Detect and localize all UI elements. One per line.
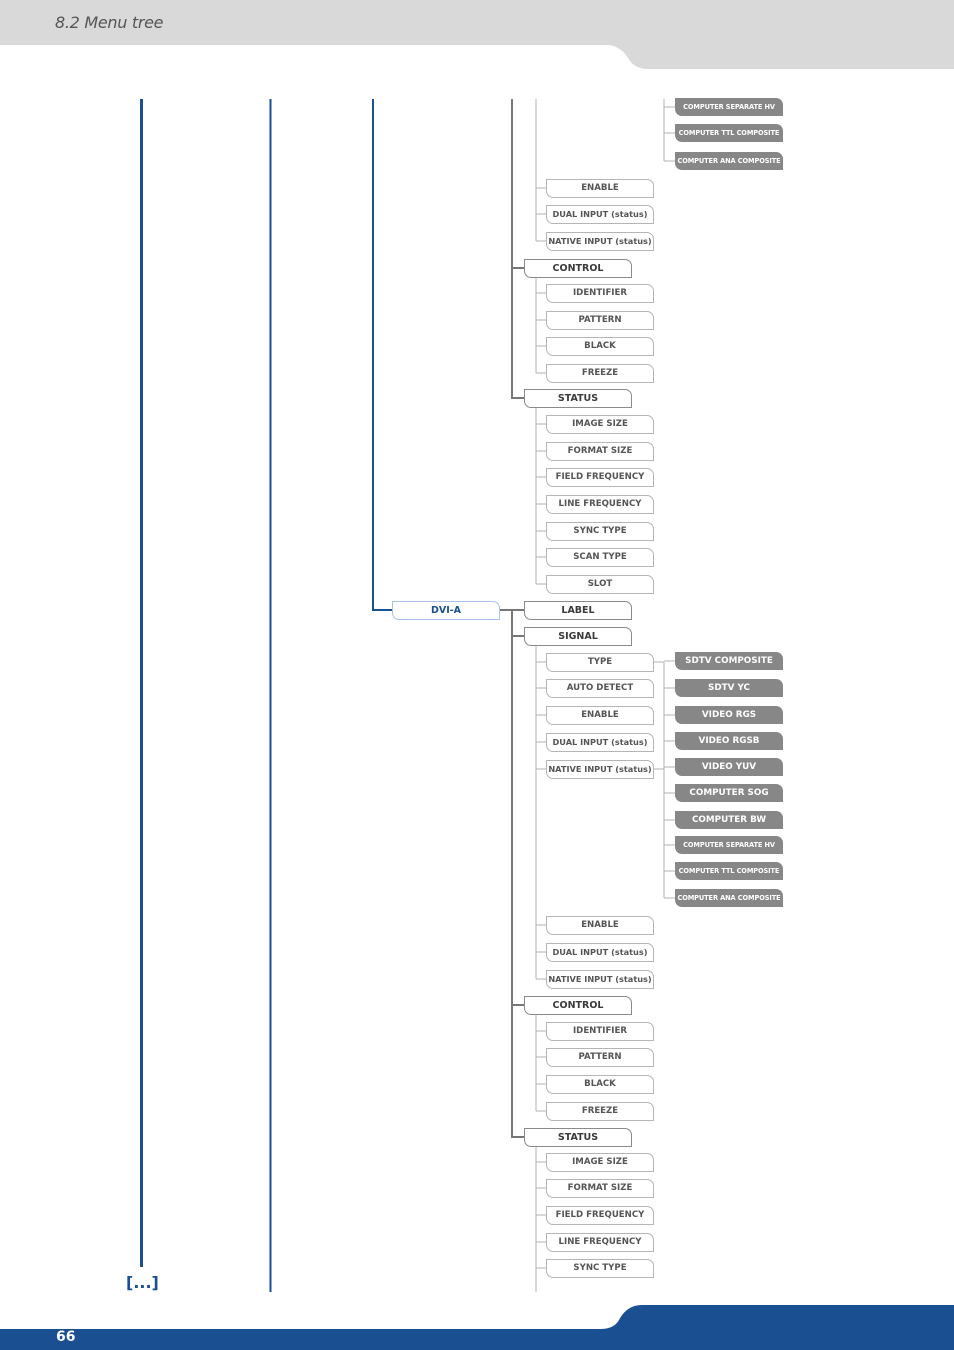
menu-node-computer-sog[interactable]: COMPUTER SOG (675, 784, 783, 802)
menu-node-control[interactable]: CONTROL (524, 258, 632, 278)
menu-node-sync-type[interactable]: SYNC TYPE (546, 521, 654, 541)
menu-node-black[interactable]: BLACK (546, 1074, 654, 1094)
menu-node-computer-separate-hv[interactable]: COMPUTER SEPARATE HV (675, 836, 783, 854)
menu-node-field-frequency[interactable]: FIELD FREQUENCY (546, 467, 654, 487)
menu-node-enable[interactable]: ENABLE (546, 705, 654, 725)
menu-node-signal[interactable]: SIGNAL (524, 626, 632, 646)
continuation-marker: [...] (126, 1273, 159, 1292)
menu-node-status[interactable]: STATUS (524, 388, 632, 408)
menu-node-enable[interactable]: ENABLE (546, 178, 654, 198)
menu-node-computer-ttl-composite[interactable]: COMPUTER TTL COMPOSITE (675, 862, 783, 880)
menu-node-dual-input-status[interactable]: DUAL INPUT (status) (546, 732, 654, 752)
menu-node-image-size[interactable]: IMAGE SIZE (546, 414, 654, 434)
menu-node-native-input-status[interactable]: NATIVE INPUT (status) (546, 969, 654, 989)
menu-node-video-rgsb[interactable]: VIDEO RGSB (675, 732, 783, 750)
menu-node-computer-bw[interactable]: COMPUTER BW (675, 811, 783, 829)
menu-node-format-size[interactable]: FORMAT SIZE (546, 1178, 654, 1198)
menu-node-sync-type[interactable]: SYNC TYPE (546, 1258, 654, 1278)
menu-node-slot[interactable]: SLOT (546, 574, 654, 594)
menu-node-image-size[interactable]: IMAGE SIZE (546, 1152, 654, 1172)
menu-node-label[interactable]: LABEL (524, 600, 632, 620)
menu-node-pattern[interactable]: PATTERN (546, 310, 654, 330)
menu-node-auto-detect[interactable]: AUTO DETECT (546, 678, 654, 698)
menu-node-computer-separate-hv[interactable]: COMPUTER SEPARATE HV (675, 98, 783, 116)
menu-node-computer-ana-composite[interactable]: COMPUTER ANA COMPOSITE (675, 889, 783, 907)
menu-node-line-frequency[interactable]: LINE FREQUENCY (546, 1232, 654, 1252)
menu-node-computer-ana-composite[interactable]: COMPUTER ANA COMPOSITE (675, 152, 783, 170)
menu-node-computer-ttl-composite[interactable]: COMPUTER TTL COMPOSITE (675, 124, 783, 142)
menu-node-dual-input-status[interactable]: DUAL INPUT (status) (546, 942, 654, 962)
page-footer (0, 1305, 954, 1350)
menu-node-dvi-a[interactable]: DVI-A (392, 600, 500, 620)
menu-node-video-yuv[interactable]: VIDEO YUV (675, 758, 783, 776)
menu-node-video-rgs[interactable]: VIDEO RGS (675, 706, 783, 724)
menu-node-control[interactable]: CONTROL (524, 995, 632, 1015)
menu-node-sdtv-composite[interactable]: SDTV COMPOSITE (675, 652, 783, 670)
menu-node-enable[interactable]: ENABLE (546, 915, 654, 935)
menu-node-native-input-status[interactable]: NATIVE INPUT (status) (546, 231, 654, 251)
menu-node-native-input-status[interactable]: NATIVE INPUT (status) (546, 759, 654, 779)
page-number: 66 (56, 1329, 76, 1345)
menu-node-pattern[interactable]: PATTERN (546, 1047, 654, 1067)
menu-node-dual-input-status[interactable]: DUAL INPUT (status) (546, 204, 654, 224)
menu-node-type[interactable]: TYPE (546, 652, 654, 672)
menu-node-black[interactable]: BLACK (546, 336, 654, 356)
menu-node-field-frequency[interactable]: FIELD FREQUENCY (546, 1205, 654, 1225)
menu-node-sdtv-yc[interactable]: SDTV YC (675, 679, 783, 697)
menu-node-identifier[interactable]: IDENTIFIER (546, 283, 654, 303)
menu-node-format-size[interactable]: FORMAT SIZE (546, 441, 654, 461)
menu-node-line-frequency[interactable]: LINE FREQUENCY (546, 494, 654, 514)
menu-node-status[interactable]: STATUS (524, 1127, 632, 1147)
menu-node-freeze[interactable]: FREEZE (546, 363, 654, 383)
menu-tree-connectors (140, 99, 675, 1292)
menu-node-freeze[interactable]: FREEZE (546, 1101, 654, 1121)
menu-node-scan-type[interactable]: SCAN TYPE (546, 547, 654, 567)
menu-node-identifier[interactable]: IDENTIFIER (546, 1021, 654, 1041)
